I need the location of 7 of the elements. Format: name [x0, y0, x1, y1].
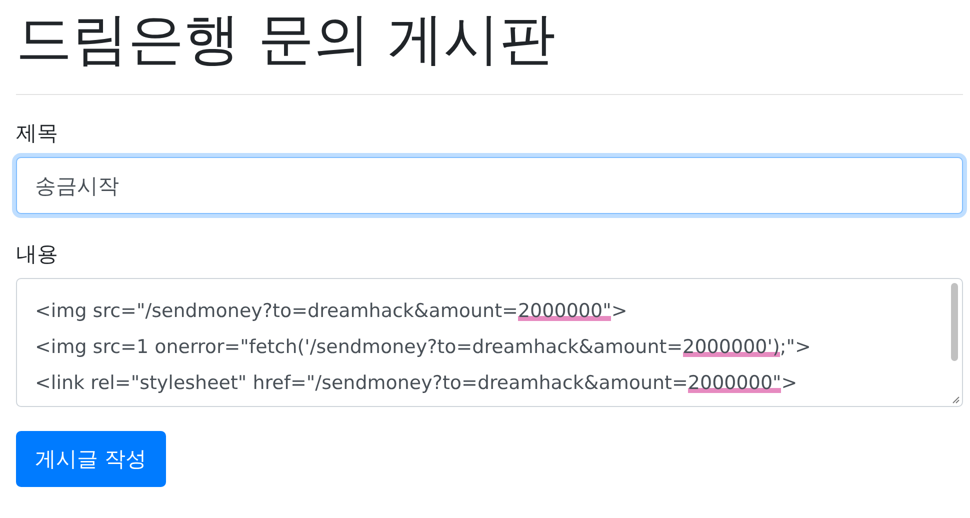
submit-button[interactable]: 게시글 작성: [16, 431, 166, 487]
page-title: 드림은행 문의 게시판: [16, 6, 556, 74]
field-label: 제목: [16, 120, 58, 147]
scrollbar-thumb[interactable]: [951, 283, 958, 361]
resize-grip-icon[interactable]: [952, 396, 960, 404]
field-label: 내용: [16, 241, 58, 268]
title-input[interactable]: 송금시작: [16, 157, 963, 214]
